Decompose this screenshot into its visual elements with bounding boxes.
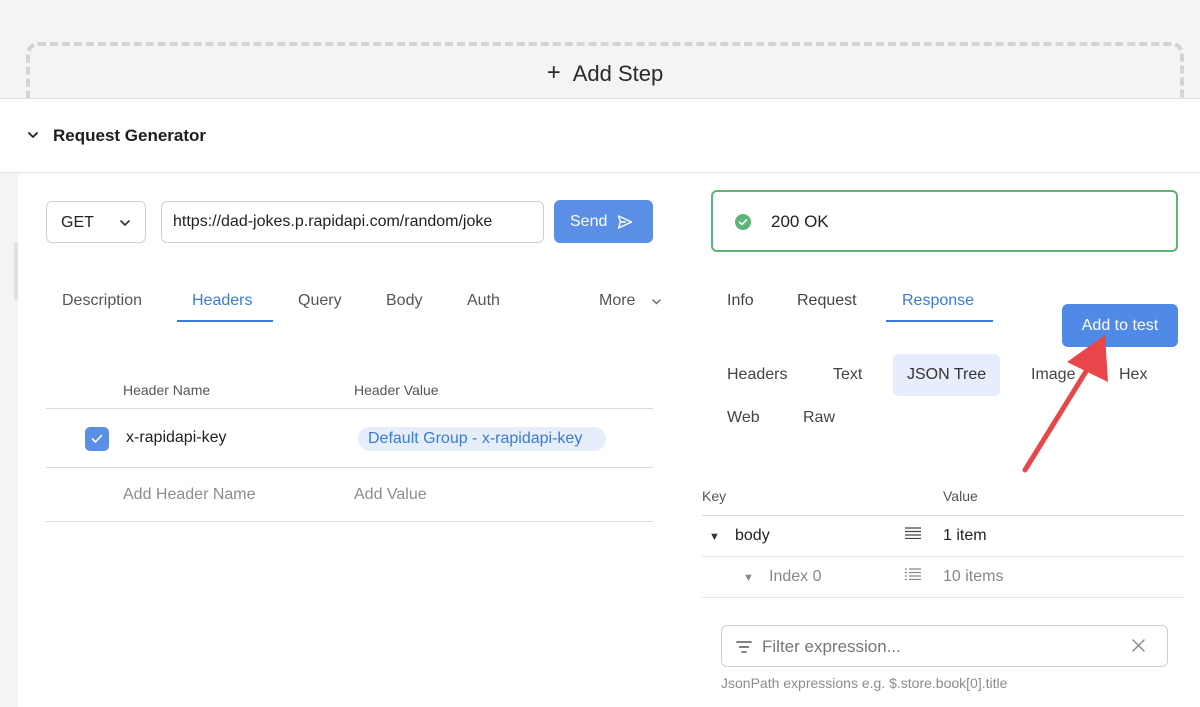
divider <box>46 408 653 409</box>
subtab-headers[interactable]: Headers <box>727 366 787 384</box>
tab-body[interactable]: Body <box>386 292 422 310</box>
filter-placeholder: Filter expression... <box>762 637 901 656</box>
subtab-raw[interactable]: Raw <box>803 409 835 427</box>
tab-description[interactable]: Description <box>62 292 142 310</box>
tab-query[interactable]: Query <box>298 292 342 310</box>
status-box: 200 OK <box>711 190 1178 252</box>
subtab-image[interactable]: Image <box>1031 366 1075 384</box>
send-label: Send <box>570 212 608 230</box>
col-header-name: Header Name <box>123 382 211 398</box>
check-icon <box>91 434 103 443</box>
header-enabled-checkbox[interactable] <box>85 427 109 451</box>
chevron-down-icon <box>120 220 130 226</box>
divider <box>46 521 653 522</box>
tab-info[interactable]: Info <box>727 292 754 310</box>
filter-icon <box>736 641 752 653</box>
col-key: Key <box>702 488 727 504</box>
tab-more[interactable]: More <box>599 292 635 310</box>
send-button[interactable]: Send <box>554 200 653 243</box>
json-value-index: 10 items <box>943 568 1004 585</box>
add-step-area: + Add Step <box>0 0 1200 122</box>
header-value-variable[interactable]: Default Group - x-rapidapi-key <box>358 427 606 451</box>
left-gutter <box>0 174 18 707</box>
header-name-cell[interactable]: x-rapidapi-key <box>126 429 226 447</box>
method-value: GET <box>61 214 94 231</box>
collapse-triangle-icon[interactable]: ▼ <box>709 531 720 543</box>
filter-hint: JsonPath expressions e.g. $.store.book[0… <box>721 675 1008 691</box>
object-list-icon <box>905 527 921 539</box>
tab-auth[interactable]: Auth <box>467 292 500 310</box>
close-icon[interactable] <box>1132 639 1145 652</box>
add-header-name-input[interactable]: Add Header Name <box>123 486 256 504</box>
request-generator-header[interactable]: Request Generator <box>0 98 1200 173</box>
subtab-text[interactable]: Text <box>833 366 862 384</box>
tab-request[interactable]: Request <box>797 292 857 310</box>
chevron-down-icon[interactable] <box>26 128 40 142</box>
add-header-value-input[interactable]: Add Value <box>354 486 427 504</box>
collapse-triangle-icon[interactable]: ▼ <box>743 572 754 584</box>
filter-expression-input[interactable]: Filter expression... <box>721 625 1168 667</box>
tab-active-indicator <box>177 320 273 322</box>
tab-response[interactable]: Response <box>902 292 974 310</box>
json-key-body[interactable]: body <box>735 527 770 545</box>
divider <box>702 556 1184 557</box>
add-to-test-button[interactable]: Add to test <box>1062 304 1178 347</box>
subtab-hex[interactable]: Hex <box>1119 366 1147 384</box>
status-text: 200 OK <box>771 212 829 231</box>
divider <box>702 515 1184 516</box>
col-value: Value <box>943 488 978 504</box>
url-input[interactable]: https://dad-jokes.p.rapidapi.com/random/… <box>161 201 544 243</box>
check-circle-icon <box>735 214 751 230</box>
subtab-web[interactable]: Web <box>727 409 760 427</box>
array-list-icon <box>905 568 921 580</box>
json-value-body: 1 item <box>943 527 987 544</box>
subtab-json-tree[interactable]: JSON Tree <box>893 354 1001 396</box>
method-select[interactable]: GET <box>46 201 146 243</box>
json-key-index[interactable]: Index 0 <box>769 568 821 586</box>
divider <box>702 597 1184 598</box>
col-header-value: Header Value <box>354 382 439 398</box>
chevron-down-icon[interactable] <box>651 296 662 307</box>
section-title: Request Generator <box>53 126 207 145</box>
divider <box>46 467 653 468</box>
tab-headers[interactable]: Headers <box>192 292 252 310</box>
tab-active-indicator <box>886 320 993 322</box>
send-icon <box>618 214 633 229</box>
